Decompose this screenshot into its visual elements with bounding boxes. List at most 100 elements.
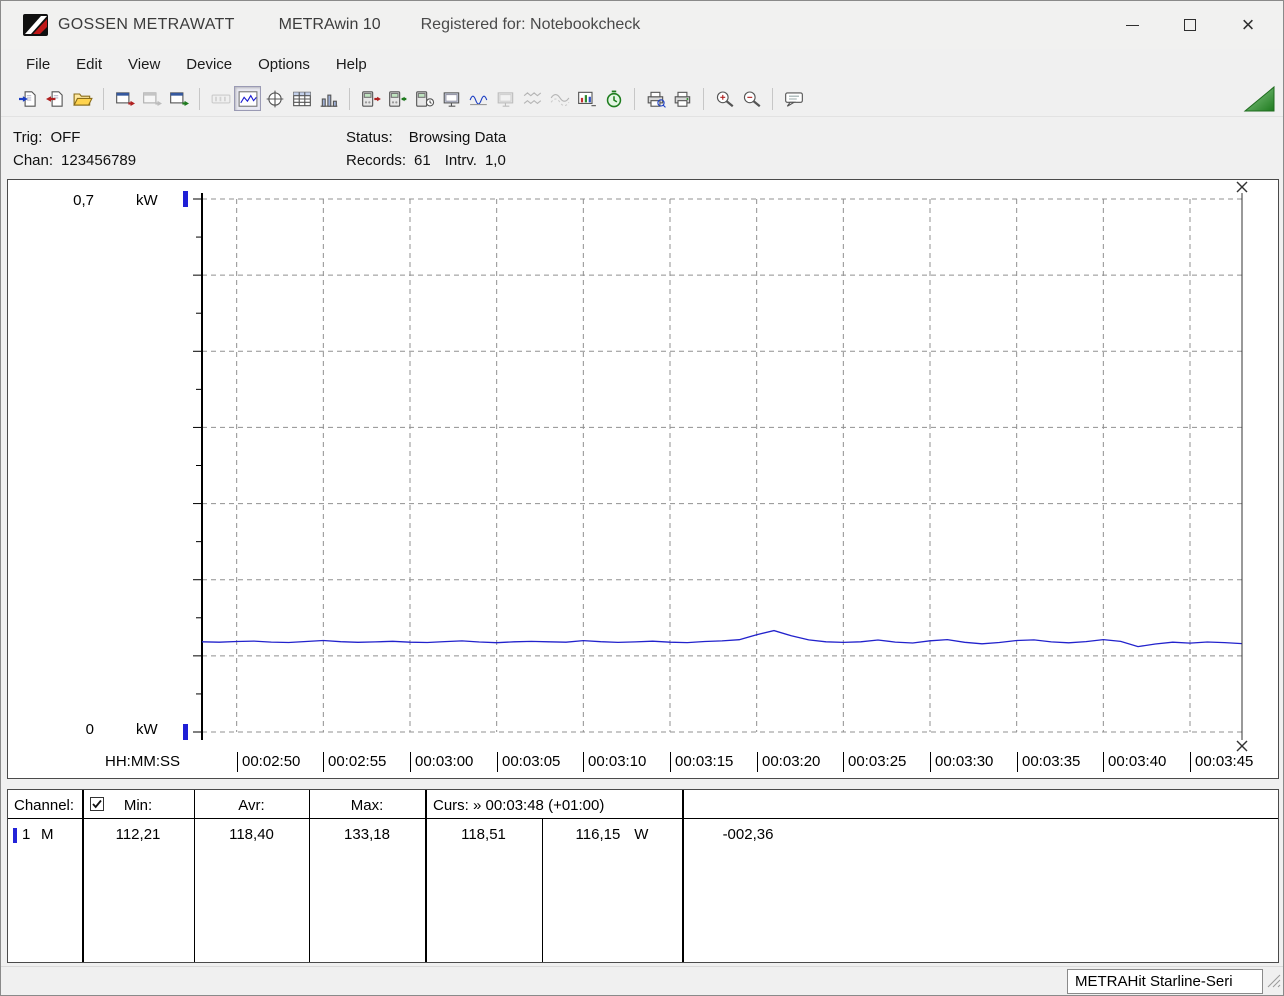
status-line: Status: Browsing Data	[346, 126, 506, 149]
pc-transfer-icon[interactable]	[438, 86, 465, 111]
x-tick-label: 00:03:40	[1103, 752, 1166, 772]
channel-color-bar	[13, 828, 17, 843]
max-value: 133,18	[344, 826, 390, 843]
toolbar-separator	[634, 87, 635, 110]
min-header-label: Min:	[123, 797, 153, 814]
zoom-out-icon[interactable]	[738, 86, 765, 111]
trig-line: Trig: OFF	[13, 126, 136, 149]
print-icon[interactable]	[669, 86, 696, 111]
envelope-curve-icon	[546, 86, 573, 111]
trig-value: OFF	[50, 129, 81, 146]
menu-bar: File Edit View Device Options Help	[1, 49, 1283, 79]
y-axis-max-unit: kW	[136, 192, 158, 209]
trend-chart[interactable]	[8, 180, 1278, 778]
open-file-icon[interactable]	[15, 86, 42, 111]
trend-view-icon[interactable]	[234, 86, 261, 111]
app-window: GOSSEN METRAWATT METRAwin 10 Registered …	[0, 0, 1284, 996]
close-button[interactable]: ×	[1219, 1, 1277, 49]
chart-export-icon[interactable]	[573, 86, 600, 111]
readout-divider-thick	[682, 790, 684, 962]
x-tick-label: 00:03:45	[1190, 752, 1253, 772]
function-wave-icon[interactable]	[465, 86, 492, 111]
device-read-icon[interactable]	[357, 86, 384, 111]
avr-value: 118,40	[229, 826, 274, 843]
minimize-button[interactable]	[1103, 1, 1161, 49]
scope-view-icon[interactable]	[261, 86, 288, 111]
x-tick-label: 00:03:00	[410, 752, 473, 772]
export-window-icon[interactable]	[165, 86, 192, 111]
annotations-icon[interactable]	[780, 86, 807, 111]
toolbar-separator	[199, 87, 200, 110]
device-log-icon[interactable]	[411, 86, 438, 111]
open-folder-icon[interactable]	[69, 86, 96, 111]
product-title: METRAwin 10	[278, 16, 381, 33]
resize-grip-icon[interactable]	[1267, 974, 1281, 993]
connection-status-triangle-icon	[1243, 85, 1275, 113]
x-tick-label: 00:03:15	[670, 752, 733, 772]
readout-divider-thin	[194, 790, 195, 962]
toolbar	[1, 81, 1283, 117]
cursor-delta-value: -002,36	[722, 826, 774, 843]
numeric-display-icon	[207, 86, 234, 111]
menu-view[interactable]: View	[115, 52, 173, 77]
intrv-value: 1,0	[484, 152, 506, 169]
display-values-icon	[492, 86, 519, 111]
maximize-icon	[1184, 19, 1196, 31]
cursor-value-a: 118,51	[461, 826, 506, 843]
bargraph-view-icon[interactable]	[315, 86, 342, 111]
readout-header-divider	[8, 818, 1278, 819]
records-line: Records: 61 Intrv. 1,0	[346, 149, 506, 172]
menu-help[interactable]: Help	[323, 52, 380, 77]
title-bar: GOSSEN METRAWATT METRAwin 10 Registered …	[1, 1, 1283, 49]
dual-trace-icon	[519, 86, 546, 111]
maximize-button[interactable]	[1161, 1, 1219, 49]
save-file-icon[interactable]	[42, 86, 69, 111]
min-value: 112,21	[115, 826, 161, 843]
close-icon: ×	[1241, 12, 1255, 37]
readout-panel: Channel: Min: Avr: Max: Curs: » 00:03:48…	[7, 789, 1279, 963]
device-write-icon[interactable]	[384, 86, 411, 111]
registered-text: Registered for: Notebookcheck	[420, 16, 641, 33]
status-value: Browsing Data	[408, 129, 507, 146]
menu-options[interactable]: Options	[245, 52, 323, 77]
app-title: GOSSEN METRAWATT	[58, 16, 235, 33]
channel-mode: M	[41, 826, 54, 843]
toolbar-separator	[349, 87, 350, 110]
x-tick-label: 00:03:20	[757, 752, 820, 772]
menu-edit[interactable]: Edit	[63, 52, 115, 77]
timer-icon[interactable]	[600, 86, 627, 111]
y-axis-max-label: 0,7	[73, 192, 94, 209]
zoom-in-icon[interactable]	[711, 86, 738, 111]
minimize-icon	[1125, 24, 1139, 26]
status-info-area: Trig: OFF Chan: 123456789 Status: Browsing …	[1, 117, 1283, 179]
cursor-value-b: 116,15	[575, 826, 621, 843]
menu-device[interactable]: Device	[173, 52, 245, 77]
cursor-header-label: Curs: » 00:03:48 (+01:00)	[433, 797, 605, 814]
cursor-value-b-group: 116,15 W	[542, 826, 682, 843]
transfer-window-icon	[138, 86, 165, 111]
avr-header-label: Avr:	[238, 797, 265, 814]
records-label: Records:	[346, 152, 407, 169]
table-view-icon[interactable]	[288, 86, 315, 111]
readout-divider-thin	[309, 790, 310, 962]
copy-window-icon[interactable]	[111, 86, 138, 111]
toolbar-separator	[703, 87, 704, 110]
intrv-label: Intrv.	[444, 152, 477, 169]
app-logo-icon	[23, 14, 48, 36]
x-tick-label: 00:03:35	[1017, 752, 1080, 772]
x-tick-label: 00:02:50	[237, 752, 300, 772]
channel-number: 1	[22, 826, 31, 843]
chart-panel[interactable]: 0,7 kW 0 kW HH:MM:SS 00:02:50 00:02:55 00:…	[7, 179, 1279, 779]
chan-line: Chan: 123456789	[13, 149, 136, 172]
menu-file[interactable]: File	[13, 52, 63, 77]
max-header-label: Max:	[350, 797, 384, 814]
toolbar-separator	[772, 87, 773, 110]
trig-label: Trig:	[13, 129, 43, 146]
x-axis-name: HH:MM:SS	[105, 753, 180, 770]
print-preview-icon[interactable]	[642, 86, 669, 111]
status-label: Status:	[346, 129, 393, 146]
device-name-box: METRAHit Starline-Seri	[1067, 969, 1263, 994]
chan-label: Chan:	[13, 152, 54, 169]
series-line	[201, 629, 1243, 648]
readout-divider-thick	[425, 790, 427, 962]
